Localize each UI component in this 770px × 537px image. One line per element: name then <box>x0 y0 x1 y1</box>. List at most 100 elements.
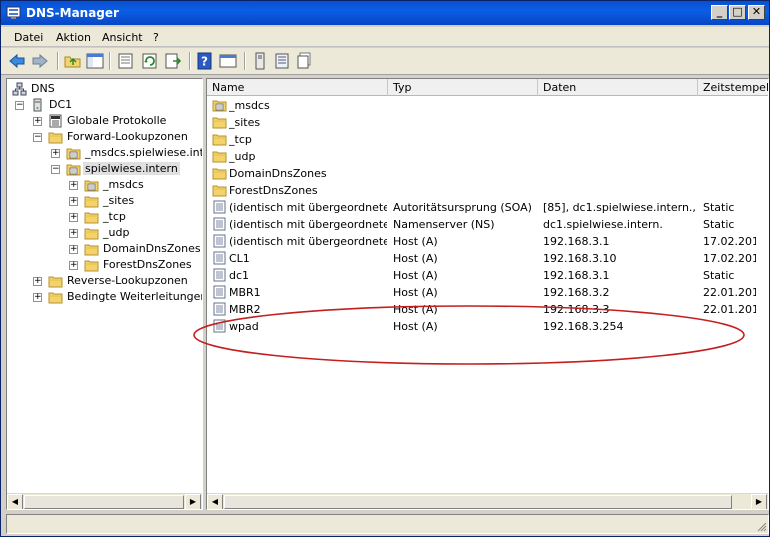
cell-name: MBR2 <box>229 303 261 316</box>
column-header-type[interactable]: Typ <box>388 79 538 96</box>
cell-data: 192.168.3.254 <box>543 320 624 333</box>
cell-data: 192.168.3.10 <box>543 252 617 265</box>
table-row[interactable]: CL1Host (A)192.168.3.1017.02.2012 1 <box>207 250 768 267</box>
table-row[interactable]: _msdcs <box>207 97 768 114</box>
tree-item[interactable]: + _msdcs <box>7 177 202 193</box>
expand-icon[interactable]: + <box>33 277 42 286</box>
tree-item[interactable]: + Globale Protokolle <box>7 113 202 129</box>
tree-item[interactable]: − DC1 <box>7 97 202 113</box>
back-arrow-icon[interactable] <box>8 52 26 70</box>
close-button[interactable]: ✕ <box>748 5 765 20</box>
tree-item-label: _udp <box>103 226 130 239</box>
table-row[interactable]: dc1 Host (A) 192.168.3.1 Static <box>207 267 768 284</box>
console-view-icon[interactable] <box>219 52 237 70</box>
table-row[interactable]: (identisch mit übergeordnete... Namenserv… <box>207 216 768 233</box>
scroll-thumb[interactable] <box>24 495 184 509</box>
collapse-icon[interactable]: − <box>15 101 24 110</box>
cell-type: Namenserver (NS) <box>393 218 495 231</box>
folder-icon <box>212 151 227 163</box>
menu-aktion[interactable]: Aktion <box>56 31 91 44</box>
table-row[interactable]: DomainDnsZones <box>207 165 768 182</box>
refresh-icon[interactable] <box>141 52 159 70</box>
tree-item[interactable]: + DomainDnsZones <box>7 241 202 257</box>
expand-icon[interactable]: + <box>69 197 78 206</box>
record-icon <box>213 200 226 214</box>
collapse-icon[interactable]: − <box>33 133 42 142</box>
column-header-timestamp[interactable]: Zeitstempel <box>698 79 768 96</box>
scroll-right-button[interactable]: ▶ <box>185 494 201 509</box>
tree-item[interactable]: + _msdcs.spielwiese.intern <box>7 145 202 161</box>
tree-item[interactable]: − Forward-Lookupzonen <box>7 129 202 145</box>
tree-item[interactable]: + _sites <box>7 193 202 209</box>
resize-grip-icon[interactable] <box>755 520 767 532</box>
new-alias-icon[interactable] <box>273 52 291 70</box>
scroll-left-button[interactable]: ◀ <box>207 494 223 509</box>
tree-item[interactable]: DNS <box>7 81 202 97</box>
tree-item-label: Globale Protokolle <box>67 114 167 127</box>
column-header-name[interactable]: Name <box>207 79 388 96</box>
cell-data: 192.168.3.2 <box>543 286 610 299</box>
help-icon[interactable]: ? <box>196 52 214 70</box>
table-row[interactable]: (identisch mit übergeordnete... Host (A) 1… <box>207 233 768 250</box>
tree-horizontal-scrollbar[interactable]: ◀ ▶ <box>7 493 202 509</box>
table-row[interactable]: _sites <box>207 114 768 131</box>
table-row[interactable]: MBR2Host (A)192.168.3.322.01.2012 2 <box>207 301 768 318</box>
expand-icon[interactable]: + <box>33 293 42 302</box>
tree-item-label: _sites <box>103 194 135 207</box>
scroll-right-button[interactable]: ▶ <box>751 494 767 509</box>
folder-icon <box>212 117 227 129</box>
column-header-data[interactable]: Daten <box>538 79 698 96</box>
expand-icon[interactable]: + <box>69 229 78 238</box>
minimize-button[interactable]: _ <box>711 5 728 20</box>
cell-data: 192.168.3.1 <box>543 235 610 248</box>
cell-name: wpad <box>229 320 259 333</box>
expand-icon[interactable]: + <box>69 261 78 270</box>
export-list-icon[interactable] <box>164 52 182 70</box>
list-vertical-edge <box>756 97 768 493</box>
title-bar[interactable]: DNS-Manager _ □ ✕ <box>1 1 769 25</box>
expand-icon[interactable]: + <box>69 245 78 254</box>
server-icon <box>33 98 42 112</box>
table-row[interactable]: wpad Host (A) 192.168.3.254 <box>207 318 768 335</box>
cell-type: Host (A) <box>393 303 438 316</box>
new-mail-exchanger-icon[interactable] <box>295 52 313 70</box>
menu-help[interactable]: ? <box>153 31 159 44</box>
new-host-icon[interactable] <box>251 52 269 70</box>
folder-icon <box>84 196 99 208</box>
menu-bar: Datei Aktion Ansicht ? <box>1 27 769 47</box>
menu-datei[interactable]: Datei <box>14 31 43 44</box>
scroll-left-button[interactable]: ◀ <box>7 494 23 509</box>
tree-item[interactable]: + Reverse-Lookupzonen <box>7 273 202 289</box>
show-hide-tree-icon[interactable] <box>86 52 104 70</box>
toolbar-separator <box>244 52 246 70</box>
table-row[interactable]: _udp <box>207 148 768 165</box>
list-horizontal-scrollbar[interactable]: ◀ ▶ <box>207 493 768 509</box>
maximize-button[interactable]: □ <box>729 5 746 20</box>
table-row[interactable]: (identisch mit übergeordnete... Autorität… <box>207 199 768 216</box>
tree-item[interactable]: + ForestDnsZones <box>7 257 202 273</box>
expand-icon[interactable]: + <box>51 149 60 158</box>
menu-ansicht[interactable]: Ansicht <box>102 31 143 44</box>
collapse-icon[interactable]: − <box>51 165 60 174</box>
tree-item[interactable]: + _udp <box>7 225 202 241</box>
table-row[interactable]: ForestDnsZones <box>207 182 768 199</box>
table-row[interactable]: _tcp <box>207 131 768 148</box>
up-folder-icon[interactable] <box>64 52 82 70</box>
cell-type: Host (A) <box>393 235 438 248</box>
tree-item-label: Forward-Lookupzonen <box>67 130 188 143</box>
record-icon <box>213 302 226 316</box>
details-list[interactable]: Name Typ Daten Zeitstempel _msdcs _sites _… <box>206 78 769 510</box>
tree-item[interactable]: + Bedingte Weiterleitungen <box>7 289 202 305</box>
expand-icon[interactable]: + <box>69 213 78 222</box>
record-icon <box>213 319 226 333</box>
expand-icon[interactable]: + <box>33 117 42 126</box>
scroll-thumb[interactable] <box>224 495 732 509</box>
properties-icon[interactable] <box>117 52 135 70</box>
forward-arrow-icon[interactable] <box>31 52 49 70</box>
console-tree[interactable]: DNS − DC1 + Globale Protokolle − Forward-Looku… <box>6 78 203 510</box>
table-row[interactable]: MBR1Host (A)192.168.3.222.01.2012 2 <box>207 284 768 301</box>
tree-item[interactable]: + _tcp <box>7 209 202 225</box>
tree-item[interactable]: − spielwiese.intern <box>7 161 202 177</box>
expand-icon[interactable]: + <box>69 181 78 190</box>
window-title: DNS-Manager <box>26 6 119 20</box>
